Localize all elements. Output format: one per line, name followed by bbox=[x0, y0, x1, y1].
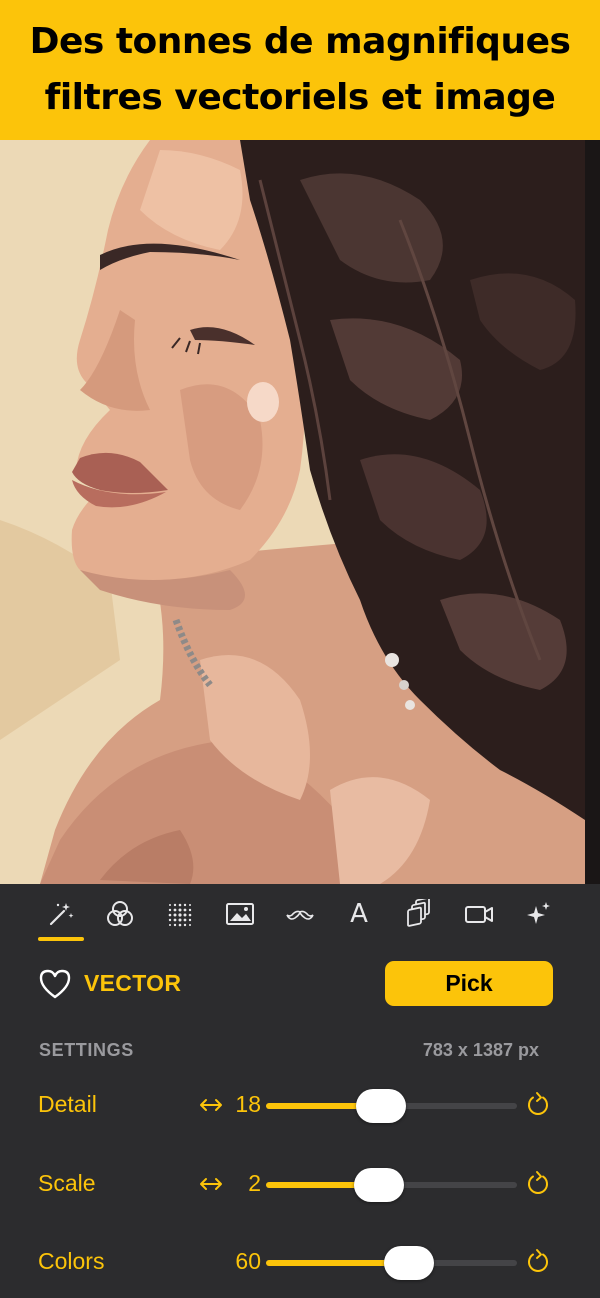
tool-background-image[interactable] bbox=[218, 896, 262, 932]
video-camera-icon bbox=[465, 906, 493, 923]
slider-row-scale: Scale 2 bbox=[0, 1162, 600, 1206]
image-icon bbox=[226, 903, 254, 925]
text-icon: A bbox=[350, 899, 368, 929]
layers-icon bbox=[407, 899, 430, 927]
slider-track[interactable] bbox=[266, 1246, 517, 1280]
filter-toolbar: A bbox=[0, 884, 600, 946]
slider-label: Colors bbox=[38, 1248, 105, 1274]
slider-value: 18 bbox=[235, 1091, 261, 1117]
tool-mustache[interactable] bbox=[278, 896, 322, 932]
reset-icon[interactable] bbox=[524, 1091, 552, 1119]
mustache-icon bbox=[286, 910, 314, 920]
promo-banner: Des tonnes de magnifiques filtres vector… bbox=[0, 0, 600, 140]
active-tool-indicator bbox=[38, 937, 84, 941]
slider-thumb[interactable] bbox=[354, 1168, 404, 1202]
portrait-image bbox=[0, 140, 600, 884]
editor-panel: A VECTOR Pick SETTINGS 783 x 1387 px Det… bbox=[0, 884, 600, 1298]
tool-halftone[interactable] bbox=[158, 896, 202, 932]
slider-row-detail: Detail 18 bbox=[0, 1083, 600, 1127]
slider-row-colors: Colors 60 bbox=[0, 1240, 600, 1284]
tool-video[interactable] bbox=[457, 896, 501, 932]
image-dimensions: 783 x 1387 px bbox=[422, 1040, 539, 1060]
slider-track[interactable] bbox=[266, 1168, 517, 1202]
slider-thumb[interactable] bbox=[384, 1246, 434, 1280]
filter-name: VECTOR bbox=[84, 970, 182, 996]
slider-thumb[interactable] bbox=[356, 1089, 406, 1123]
slider-value: 2 bbox=[248, 1170, 261, 1196]
settings-heading: SETTINGS bbox=[39, 1040, 134, 1060]
color-circles-icon bbox=[107, 901, 133, 926]
heart-icon[interactable] bbox=[38, 968, 72, 1000]
slider-label: Detail bbox=[38, 1091, 97, 1117]
tool-effects[interactable] bbox=[516, 896, 560, 932]
halftone-dots-icon bbox=[168, 903, 192, 927]
portrait-illustration bbox=[0, 140, 600, 884]
tool-layers[interactable] bbox=[397, 896, 441, 932]
slider-track[interactable] bbox=[266, 1089, 517, 1123]
reset-icon[interactable] bbox=[524, 1248, 552, 1276]
sparkles-icon bbox=[527, 902, 550, 924]
tool-magic-wand[interactable] bbox=[39, 896, 83, 932]
tool-text[interactable]: A bbox=[337, 896, 381, 932]
slider-value: 60 bbox=[235, 1248, 261, 1274]
slider-label: Scale bbox=[38, 1170, 96, 1196]
reset-icon[interactable] bbox=[524, 1170, 552, 1198]
filter-header: VECTOR Pick bbox=[0, 960, 600, 1008]
tool-color-adjust[interactable] bbox=[98, 896, 142, 932]
magic-wand-icon bbox=[49, 903, 74, 926]
pick-button[interactable]: Pick bbox=[385, 961, 553, 1006]
banner-title: Des tonnes de magnifiques filtres vector… bbox=[29, 21, 571, 118]
